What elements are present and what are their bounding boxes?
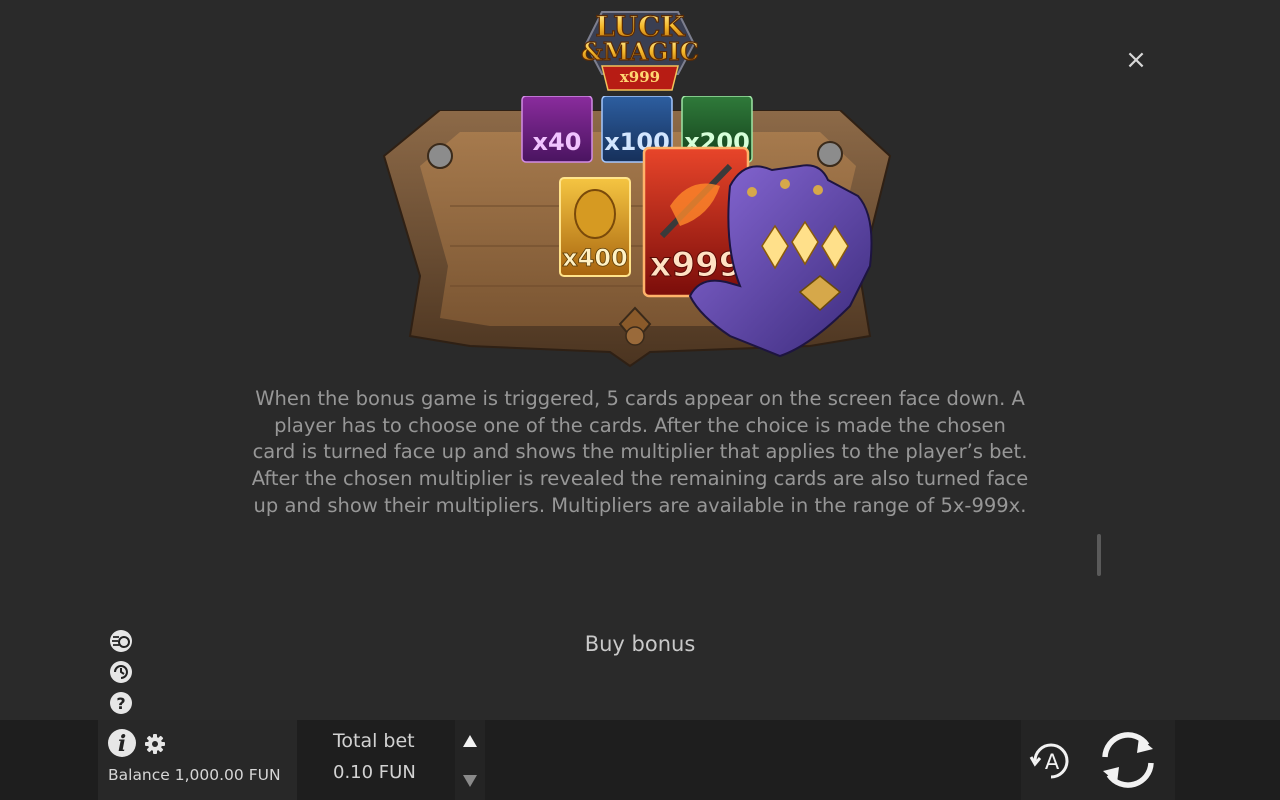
close-button[interactable]: × — [1124, 45, 1148, 75]
bonus-game-description: When the bonus game is triggered, 5 card… — [251, 387, 1029, 517]
info-icon[interactable]: i — [107, 728, 137, 758]
arrow-up-icon — [463, 735, 477, 747]
help-icon[interactable]: ? — [108, 690, 134, 716]
card-x400-label: x400 — [562, 244, 628, 272]
svg-text:?: ? — [116, 694, 125, 713]
close-icon: × — [1125, 45, 1147, 75]
logo-badge: x999 — [620, 68, 660, 86]
total-bet-value: 0.10 FUN — [333, 762, 416, 783]
autoplay-button[interactable]: A — [1027, 737, 1075, 785]
turbo-spin-icon[interactable] — [108, 628, 134, 654]
scrollbar-thumb[interactable] — [1097, 534, 1101, 576]
balance-display: Balance 1,000.00 FUN — [108, 766, 281, 784]
game-logo: LUCK &MAGIC x999 — [581, 9, 699, 91]
autoplay-settings-icon[interactable] — [108, 659, 134, 685]
buy-bonus-heading: Buy bonus — [584, 632, 696, 656]
card-x400: x400 — [559, 177, 631, 277]
arrow-down-icon — [463, 775, 477, 787]
decrease-bet-button[interactable] — [462, 774, 478, 788]
card-x999-label: x999 — [650, 245, 743, 285]
logo-text-magic: &MAGIC — [581, 37, 699, 66]
card-x40-label: x40 — [533, 128, 582, 156]
svg-text:i: i — [118, 731, 126, 757]
increase-bet-button[interactable] — [462, 734, 478, 748]
total-bet-label: Total bet — [333, 730, 415, 752]
bonus-game-illustration: x40 x100 x200 x400 x999 — [380, 96, 900, 368]
spin-button[interactable] — [1093, 727, 1163, 793]
bet-adjust-panel — [455, 720, 485, 800]
card-x40: x40 — [521, 96, 593, 163]
autoplay-label: A — [1045, 750, 1060, 774]
gear-icon[interactable] — [144, 733, 166, 755]
